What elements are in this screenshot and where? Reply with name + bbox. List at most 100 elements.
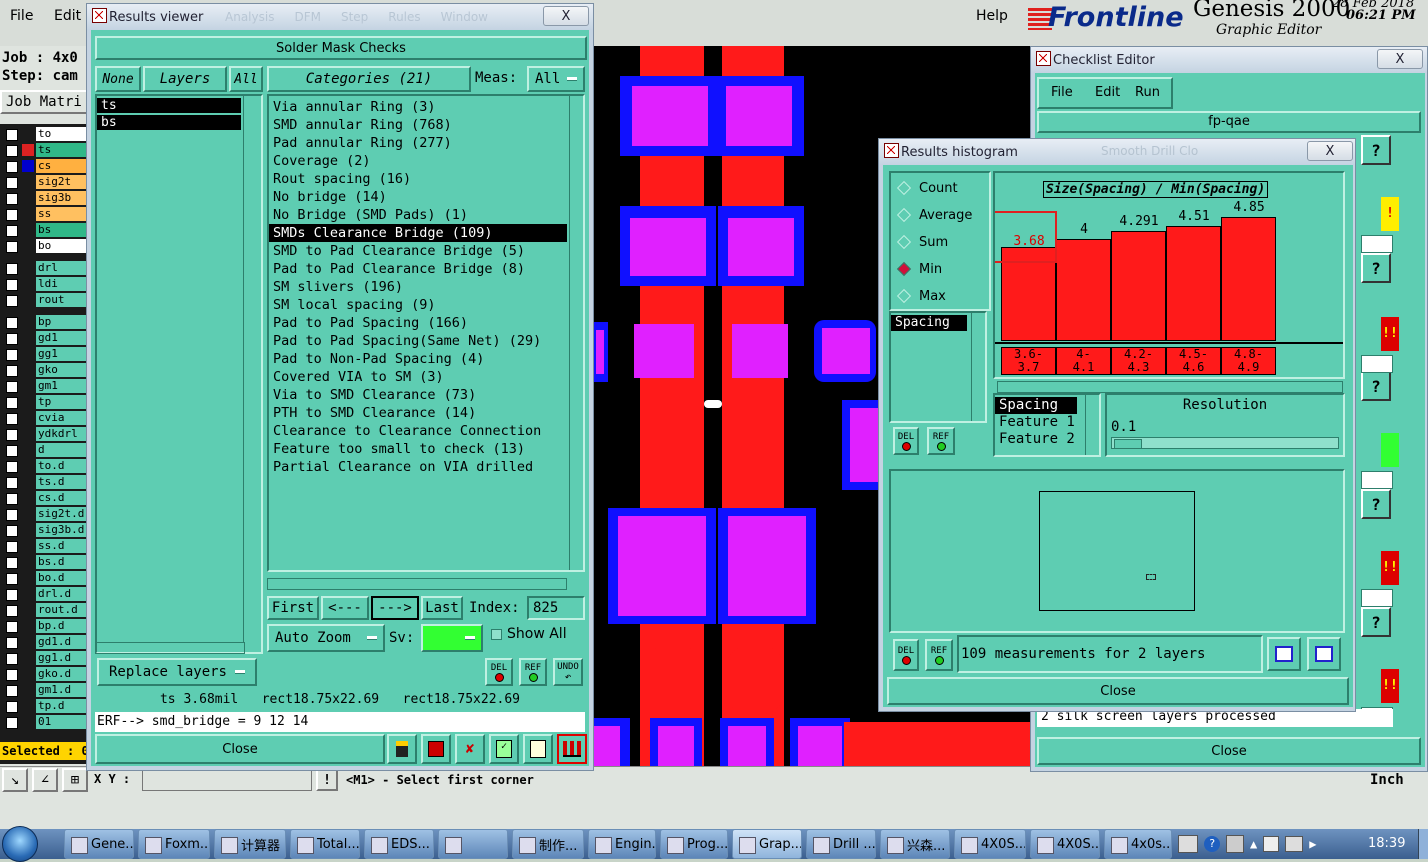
mode-radio-average[interactable]: Average <box>895 204 972 226</box>
category-item[interactable]: No Bridge (SMD Pads) (1) <box>269 206 567 224</box>
layer-row-gg1-d[interactable]: gg1.d <box>0 650 92 666</box>
layer-checkbox[interactable] <box>6 295 18 307</box>
mode-radio-sum[interactable]: Sum <box>895 231 948 253</box>
category-item[interactable]: Coverage (2) <box>269 152 567 170</box>
checklist-menu-run[interactable]: Run <box>1135 85 1160 100</box>
start-button[interactable] <box>2 826 38 862</box>
resolution-slider[interactable] <box>1111 437 1339 449</box>
category-item[interactable]: SM local spacing (9) <box>269 296 567 314</box>
category-item[interactable]: Rout spacing (16) <box>269 170 567 188</box>
taskbar-button[interactable]: Prog... <box>660 829 728 859</box>
layer-row-ss[interactable]: ss <box>0 206 92 222</box>
measure-spacing[interactable]: Spacing <box>891 315 967 331</box>
checklist-help-button[interactable]: ? <box>1361 135 1391 165</box>
checklist-menu-edit[interactable]: Edit <box>1095 85 1120 100</box>
taskbar-button[interactable]: Engin... <box>588 829 656 859</box>
layer-checkbox[interactable] <box>6 349 18 361</box>
layer-row-cs[interactable]: cs <box>0 158 92 174</box>
index-input[interactable]: 825 <box>527 596 585 620</box>
job-matrix-button[interactable]: Job Matri <box>0 90 92 114</box>
hist-del-button[interactable]: DEL <box>893 427 919 455</box>
next-button[interactable]: ---> <box>371 596 419 620</box>
tool-icon-5[interactable] <box>523 734 553 764</box>
histogram-tool-button[interactable] <box>557 734 587 764</box>
layer-row-bs[interactable]: bs <box>0 222 92 238</box>
layer-row-drl[interactable]: drl <box>0 260 92 276</box>
layer-checkbox[interactable] <box>6 573 18 585</box>
layer-checkbox[interactable] <box>6 477 18 489</box>
measure-tool-icon[interactable]: ∠ <box>32 768 58 792</box>
menu-help[interactable]: Help <box>976 8 1008 24</box>
category-item[interactable]: Via annular Ring (3) <box>269 98 567 116</box>
layer-row-bp[interactable]: bp <box>0 314 92 330</box>
layer-checkbox[interactable] <box>6 413 18 425</box>
prev-button[interactable]: <--- <box>321 596 369 620</box>
layer-checkbox[interactable] <box>6 541 18 553</box>
checklist-help-button[interactable]: ? <box>1361 371 1391 401</box>
histogram-bar[interactable] <box>1111 231 1166 341</box>
layer-row-tp[interactable]: tp <box>0 394 92 410</box>
taskbar-button[interactable]: 4x0s... <box>1104 829 1172 859</box>
categories-hscroll[interactable] <box>267 578 567 590</box>
grid-tool-icon[interactable]: ⊞ <box>62 768 88 792</box>
histogram-chart[interactable]: Size(Spacing) / Min(Spacing) 3.68 3.6- 3.7… <box>993 171 1345 379</box>
sv-color-select[interactable] <box>421 624 483 652</box>
category-item[interactable]: No bridge (14) <box>269 188 567 206</box>
layer-row-gko[interactable]: gko <box>0 362 92 378</box>
meas-select[interactable]: All <box>527 66 585 92</box>
layer-row-bp-d[interactable]: bp.d <box>0 618 92 634</box>
layer-checkbox[interactable] <box>6 177 18 189</box>
tray-network-icon[interactable] <box>1285 836 1304 852</box>
tool-icon-3[interactable]: ✘ <box>455 734 485 764</box>
tray-settings-icon[interactable] <box>1226 835 1244 853</box>
result-layer-bs[interactable]: bs <box>97 115 241 130</box>
layer-checkbox[interactable] <box>6 161 18 173</box>
hist-ref-button[interactable]: REF <box>927 427 955 455</box>
category-item[interactable]: SM slivers (196) <box>269 278 567 296</box>
layer-row-ydkdrl[interactable]: ydkdrl <box>0 426 92 442</box>
layer-checkbox[interactable] <box>6 637 18 649</box>
layer-row-cs-d[interactable]: cs.d <box>0 490 92 506</box>
layer-row-gm1-d[interactable]: gm1.d <box>0 682 92 698</box>
layer-checkbox[interactable] <box>6 605 18 617</box>
checklist-close-x[interactable]: X <box>1377 49 1423 69</box>
taskbar-button[interactable]: Foxm... <box>138 829 210 859</box>
layer-checkbox[interactable] <box>6 317 18 329</box>
layer-checkbox[interactable] <box>6 685 18 697</box>
resolution-slider-thumb[interactable] <box>1114 439 1142 449</box>
alert-icon[interactable]: ! <box>316 769 338 791</box>
show-all-checkbox[interactable] <box>491 629 502 640</box>
zoom-tool-icon[interactable]: ↘ <box>2 768 28 792</box>
all-layers-button[interactable]: All <box>229 66 263 92</box>
layer-row-cvia[interactable]: cvia <box>0 410 92 426</box>
category-item[interactable]: Pad to Pad Spacing (166) <box>269 314 567 332</box>
show-desktop-button[interactable] <box>1418 829 1428 859</box>
layer-row-to-d[interactable]: to.d <box>0 458 92 474</box>
chart-hscroll[interactable] <box>997 381 1343 393</box>
layer-checkbox[interactable] <box>6 669 18 681</box>
histogram-close-button[interactable]: Close <box>887 677 1349 705</box>
layer-row-sig3b-d[interactable]: sig3b.d <box>0 522 92 538</box>
ref-button[interactable]: REF <box>519 658 547 686</box>
layer-row-tp-d[interactable]: tp.d <box>0 698 92 714</box>
layer-list-hscroll[interactable] <box>95 642 245 654</box>
category-item[interactable]: Pad to Pad Spacing(Same Net) (29) <box>269 332 567 350</box>
checklist-menu-file[interactable]: File <box>1051 85 1073 100</box>
field-list[interactable]: Spacing Feature 1 Feature 2 <box>993 393 1101 457</box>
categories-list[interactable]: Via annular Ring (3) SMD annular Ring (76… <box>267 94 585 572</box>
field-feature-2[interactable]: Feature 2 <box>995 431 1099 448</box>
category-item[interactable]: Pad to Pad Clearance Bridge (8) <box>269 260 567 278</box>
tray-chs-icon[interactable] <box>1178 835 1198 853</box>
taskbar-button[interactable]: Drill ... <box>806 829 876 859</box>
layer-row-ts[interactable]: ts <box>0 142 92 158</box>
tool-icon-1[interactable] <box>387 734 417 764</box>
category-item[interactable]: PTH to SMD Clearance (14) <box>269 404 567 422</box>
tool-icon-4[interactable]: ✓ <box>489 734 519 764</box>
layer-checkbox[interactable] <box>6 621 18 633</box>
layer-checkbox[interactable] <box>6 279 18 291</box>
mode-radio-count[interactable]: Count <box>895 177 958 199</box>
field-spacing[interactable]: Spacing <box>995 397 1077 414</box>
category-item[interactable]: Partial Clearance on VIA drilled <box>269 458 567 476</box>
category-item[interactable]: Clearance to Clearance Connection <box>269 422 567 440</box>
layer-row-gd1[interactable]: gd1 <box>0 330 92 346</box>
